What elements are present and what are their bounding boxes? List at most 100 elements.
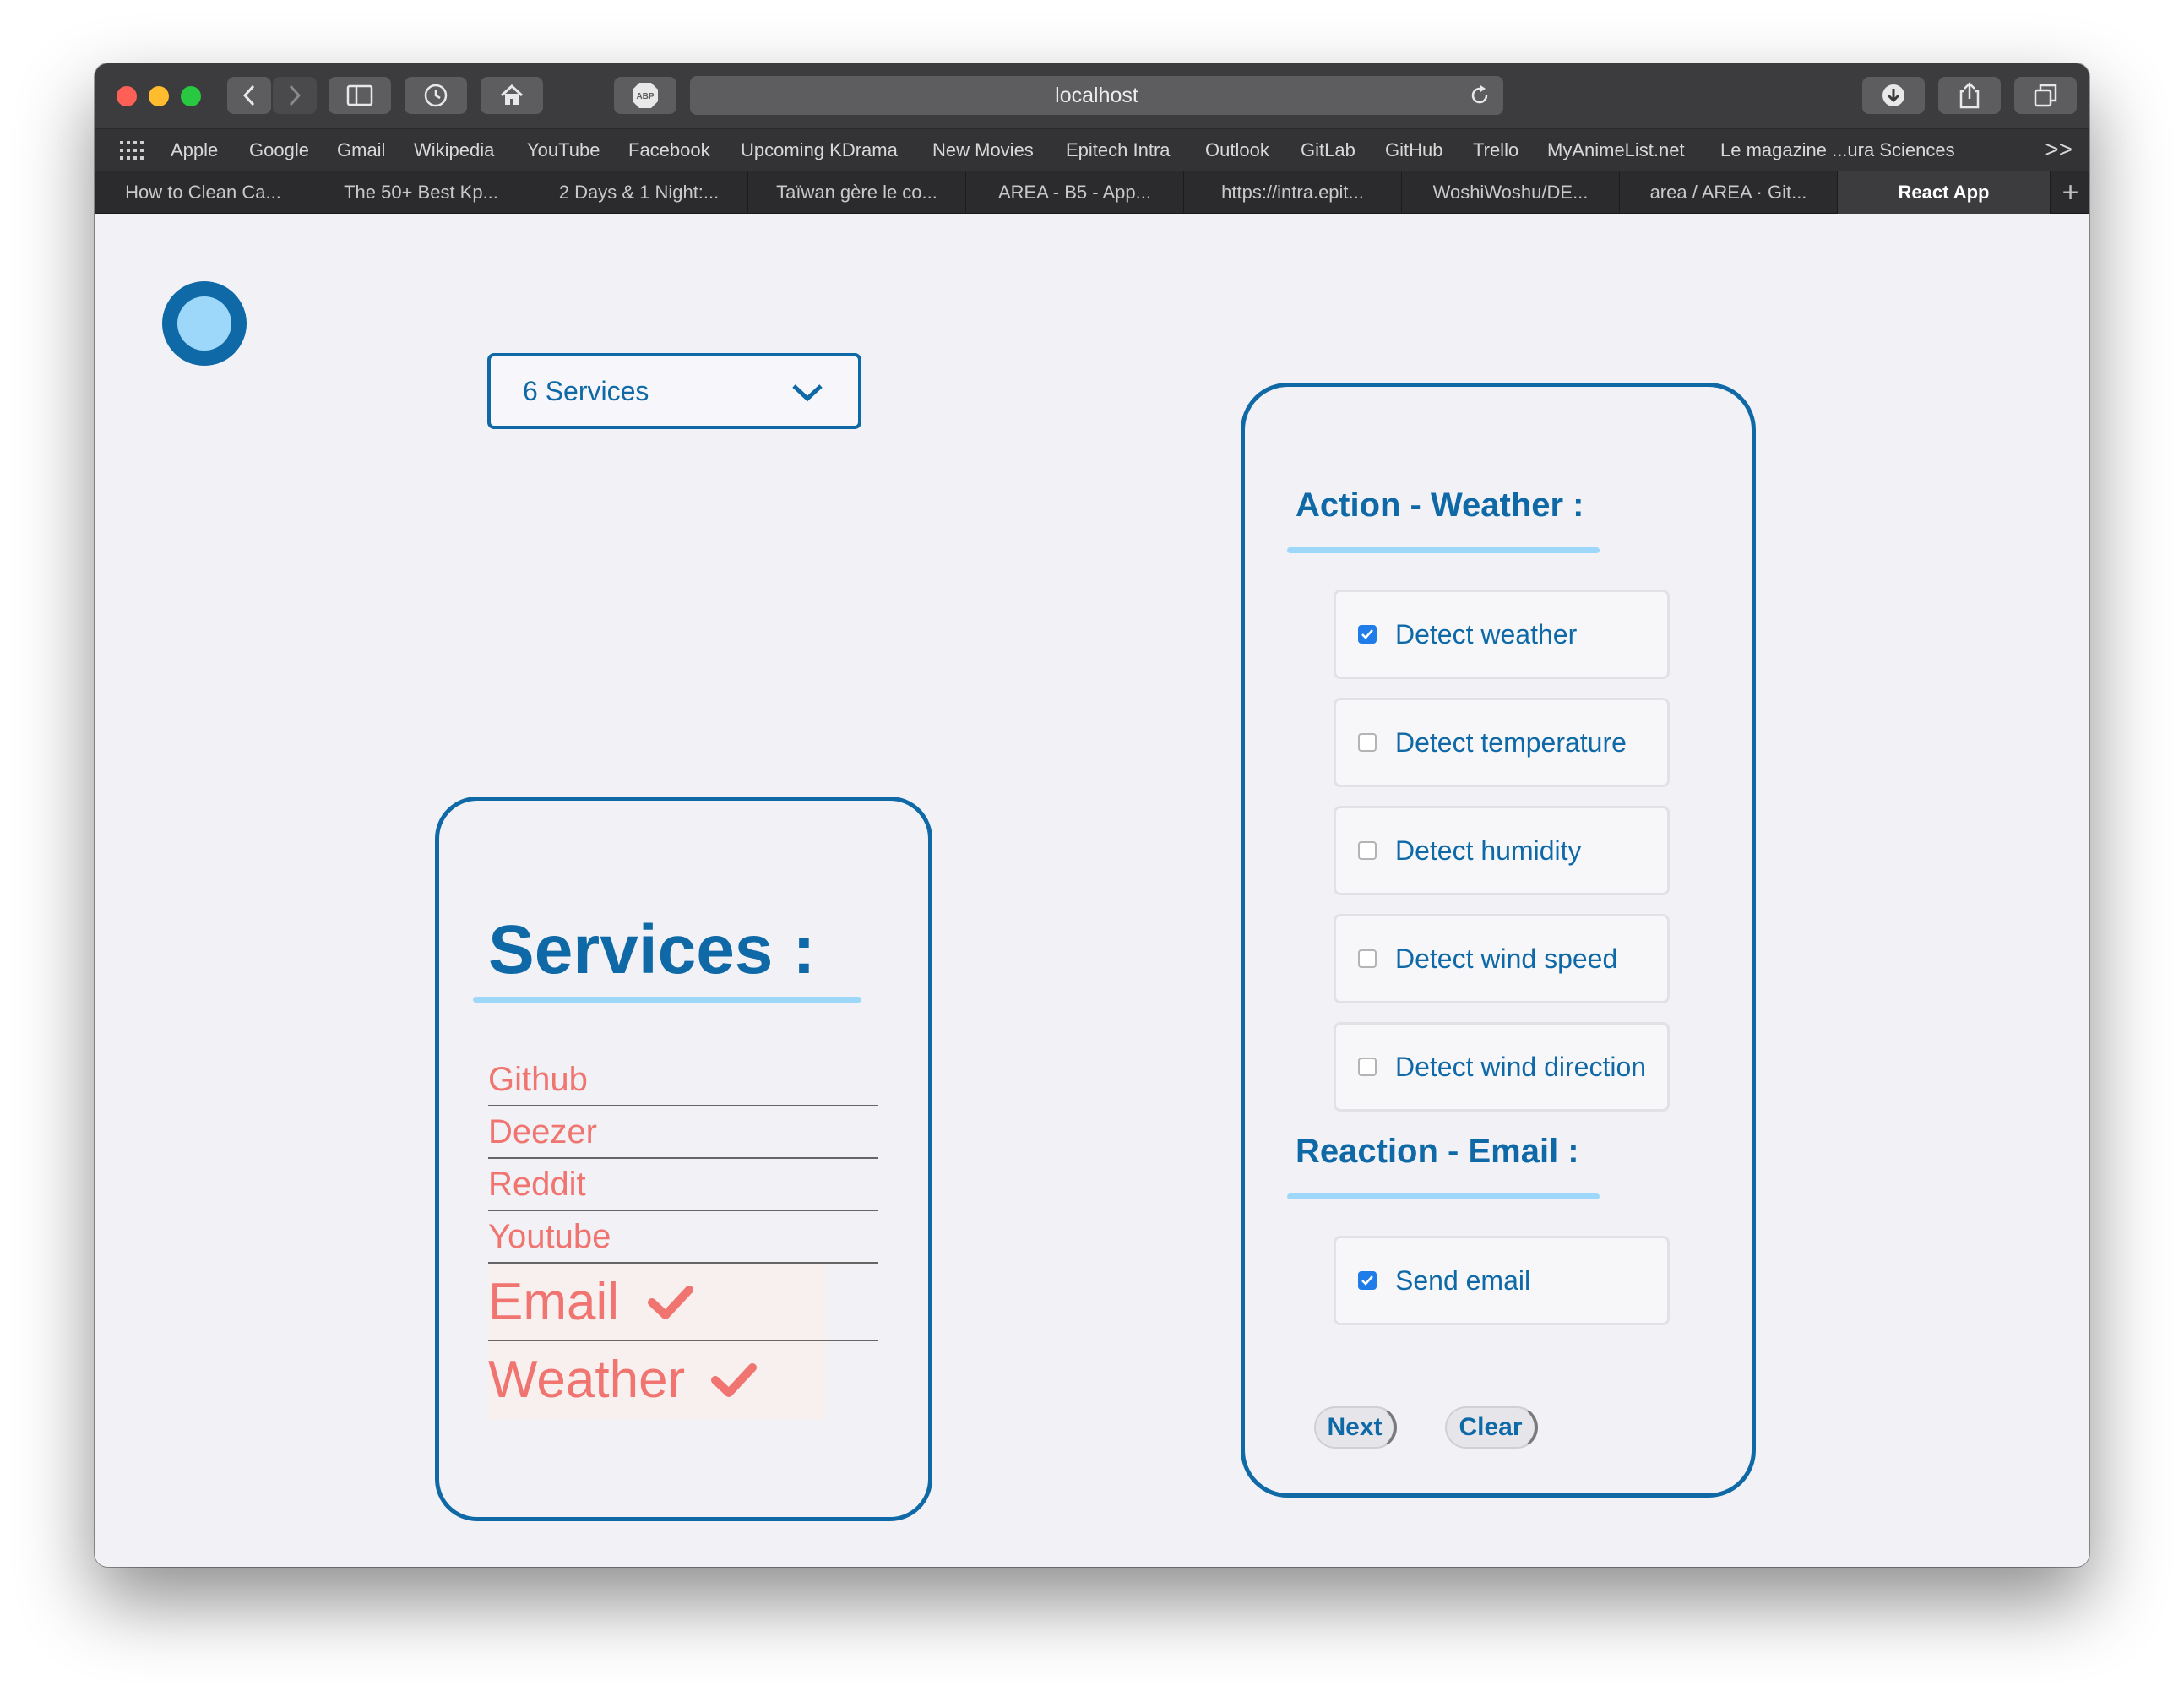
zoom-window-button[interactable] <box>181 86 201 106</box>
bookmark-upcoming-kdrama[interactable]: Upcoming KDrama <box>741 139 898 161</box>
checkbox-unchecked[interactable] <box>1358 1058 1377 1076</box>
reaction-title-underline <box>1287 1193 1600 1199</box>
service-label: Github <box>488 1061 588 1098</box>
action-option-label: Detect wind direction <box>1395 1051 1647 1082</box>
action-option-label: Detect wind speed <box>1395 943 1618 974</box>
service-item-weather[interactable]: Weather <box>488 1341 878 1419</box>
bookmark-epitech-intra[interactable]: Epitech Intra <box>1066 139 1171 161</box>
bookmark-myanimelist[interactable]: MyAnimeList.net <box>1547 139 1685 161</box>
bookmark-gmail[interactable]: Gmail <box>337 139 385 161</box>
home-button[interactable] <box>481 77 543 114</box>
page-content: 6 Services Services : Github Deezer Redd… <box>95 214 2089 1567</box>
checkbox-unchecked[interactable] <box>1358 841 1377 860</box>
forward-button[interactable] <box>273 77 317 114</box>
service-item-github[interactable]: Github <box>488 1054 878 1106</box>
checkmark-icon <box>711 1363 757 1397</box>
bookmark-outlook[interactable]: Outlook <box>1205 139 1269 161</box>
browser-window: ABP localhost Apple Google Gmail Wikiped… <box>95 63 2089 1567</box>
close-window-button[interactable] <box>117 86 137 106</box>
reaction-title: Reaction - Email : <box>1296 1133 1579 1170</box>
service-item-reddit[interactable]: Reddit <box>488 1159 878 1211</box>
action-option-detect-temperature[interactable]: Detect temperature <box>1334 698 1670 787</box>
tab-area-git[interactable]: area / AREA · Git... <box>1620 171 1838 214</box>
reaction-option-label: Send email <box>1395 1264 1531 1296</box>
sidebar-toggle-button[interactable] <box>329 77 391 114</box>
tabs-icon <box>2034 84 2057 107</box>
clear-button[interactable]: Clear <box>1445 1406 1538 1449</box>
tab-best-kp[interactable]: The 50+ Best Kp... <box>312 171 530 214</box>
check-icon <box>1361 1275 1373 1286</box>
bookmarks-more-button[interactable]: >> <box>2045 136 2073 163</box>
bookmark-github[interactable]: GitHub <box>1385 139 1442 161</box>
share-button[interactable] <box>1938 77 2001 114</box>
sidebar-icon <box>346 84 373 106</box>
bookmark-new-movies[interactable]: New Movies <box>932 139 1034 161</box>
action-option-detect-weather[interactable]: Detect weather <box>1334 590 1670 679</box>
tab-bar: How to Clean Ca... The 50+ Best Kp... 2 … <box>95 171 2089 214</box>
home-icon <box>500 84 524 105</box>
tab-intra-epitech[interactable]: https://intra.epit... <box>1184 171 1402 214</box>
bookmark-wikipedia[interactable]: Wikipedia <box>414 139 494 161</box>
bookmark-apple[interactable]: Apple <box>171 139 218 161</box>
tab-woshiwoshu[interactable]: WoshiWoshu/DE... <box>1402 171 1620 214</box>
bookmark-le-magazine[interactable]: Le magazine ...ura Sciences <box>1720 139 1955 161</box>
adblock-button[interactable]: ABP <box>614 77 676 114</box>
minimize-window-button[interactable] <box>149 86 169 106</box>
service-item-youtube[interactable]: Youtube <box>488 1211 878 1264</box>
bookmark-youtube[interactable]: YouTube <box>527 139 600 161</box>
checkbox-checked[interactable] <box>1358 625 1377 644</box>
action-option-label: Detect temperature <box>1395 726 1627 758</box>
bookmark-facebook[interactable]: Facebook <box>628 139 710 161</box>
bookmark-trello[interactable]: Trello <box>1473 139 1518 161</box>
adblock-icon: ABP <box>633 83 658 108</box>
action-title-underline <box>1287 547 1600 553</box>
service-label: Youtube <box>488 1218 611 1255</box>
tab-2-days-1-night[interactable]: 2 Days & 1 Night:... <box>530 171 748 214</box>
bookmark-google[interactable]: Google <box>249 139 309 161</box>
checkbox-unchecked[interactable] <box>1358 949 1377 968</box>
browser-toolbar: ABP localhost <box>95 63 2089 129</box>
service-label: Email <box>488 1273 620 1331</box>
check-icon <box>1361 629 1373 639</box>
next-button[interactable]: Next <box>1314 1406 1397 1449</box>
checkbox-unchecked[interactable] <box>1358 733 1377 752</box>
back-button[interactable] <box>227 77 271 114</box>
action-option-label: Detect humidity <box>1395 835 1582 866</box>
reload-icon[interactable] <box>1468 84 1491 107</box>
history-button[interactable] <box>405 77 467 114</box>
tab-taiwan[interactable]: Taïwan gère le co... <box>748 171 966 214</box>
grid-icon[interactable] <box>120 141 145 160</box>
service-item-deezer[interactable]: Deezer <box>488 1106 878 1159</box>
svg-text:ABP: ABP <box>636 92 654 101</box>
app-logo[interactable] <box>162 281 247 366</box>
tab-overview-button[interactable] <box>2014 77 2077 114</box>
clock-icon <box>424 84 448 107</box>
share-icon <box>1959 82 1980 109</box>
services-title-underline <box>473 997 861 1003</box>
new-tab-button[interactable]: + <box>2051 171 2089 214</box>
reaction-option-send-email[interactable]: Send email <box>1334 1236 1670 1325</box>
dropdown-selected-value: 6 Services <box>523 375 649 406</box>
service-label: Reddit <box>488 1166 586 1203</box>
bookmark-gitlab[interactable]: GitLab <box>1301 139 1355 161</box>
services-title: Services : <box>488 911 816 988</box>
address-bar[interactable]: localhost <box>690 76 1503 115</box>
downloads-button[interactable] <box>1862 77 1925 114</box>
service-label: Weather <box>488 1351 686 1409</box>
services-dropdown[interactable]: 6 Services <box>487 353 861 429</box>
action-option-detect-wind-direction[interactable]: Detect wind direction <box>1334 1022 1670 1112</box>
chevron-down-icon <box>792 384 823 402</box>
action-option-label: Detect weather <box>1395 618 1578 650</box>
download-icon <box>1882 84 1904 106</box>
checkmark-icon <box>648 1286 693 1319</box>
tab-area-b5[interactable]: AREA - B5 - App... <box>966 171 1184 214</box>
chevron-right-icon <box>289 84 302 106</box>
tab-how-to-clean[interactable]: How to Clean Ca... <box>95 171 312 214</box>
service-item-email[interactable]: Email <box>488 1264 878 1341</box>
checkbox-checked[interactable] <box>1358 1271 1377 1290</box>
action-option-detect-wind-speed[interactable]: Detect wind speed <box>1334 914 1670 1003</box>
action-option-detect-humidity[interactable]: Detect humidity <box>1334 806 1670 895</box>
bookmarks-bar: Apple Google Gmail Wikipedia YouTube Fac… <box>95 129 2089 171</box>
services-card: Services : Github Deezer Reddit Youtube … <box>435 797 932 1521</box>
tab-react-app[interactable]: React App <box>1838 171 2051 214</box>
